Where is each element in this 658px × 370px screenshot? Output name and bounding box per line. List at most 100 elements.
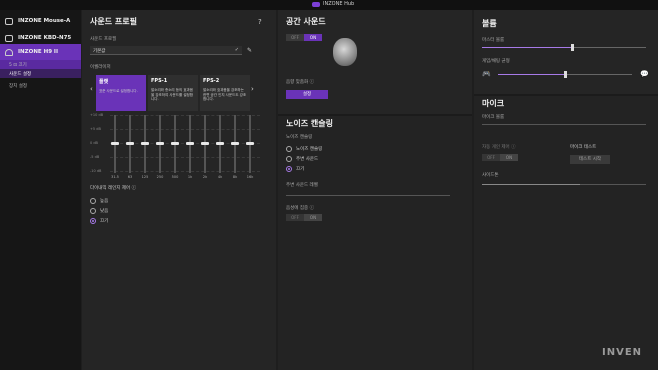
mic-volume-slider[interactable] xyxy=(482,124,646,125)
radio-drc-low[interactable] xyxy=(90,208,96,214)
optimize-label: 음향 맞춤화 ⓘ xyxy=(286,79,314,85)
help-icon[interactable]: ⓘ xyxy=(511,145,516,150)
eq-band-knob[interactable] xyxy=(246,142,254,145)
eq-ylabel: +5 dB xyxy=(90,127,101,131)
ambient-level-slider[interactable] xyxy=(286,195,450,196)
focus-toggle[interactable]: OFF ON xyxy=(286,214,322,221)
eq-band-knob[interactable] xyxy=(171,142,179,145)
toggle-off: OFF xyxy=(286,34,304,41)
slider-thumb[interactable] xyxy=(571,44,575,51)
slider-fill xyxy=(482,184,581,185)
mouse-icon xyxy=(5,17,13,25)
help-icon[interactable]: ⓘ xyxy=(310,80,315,85)
device-label: INZONE H9 II xyxy=(18,49,59,55)
title-bar: INZONE Hub xyxy=(0,0,658,10)
spatial-toggle[interactable]: OFF ON xyxy=(286,34,322,41)
master-volume-label: 마스터 볼륨 xyxy=(482,38,505,43)
ambient-level-label: 주변 사운드 레벨 xyxy=(286,183,318,188)
keyboard-icon xyxy=(5,34,13,42)
eq-band-knob[interactable] xyxy=(186,142,194,145)
device-sidebar: INZONE Mouse-A INZONE KBD-N75 INZONE H9 … xyxy=(0,10,81,370)
preset-name: 플랫 xyxy=(99,79,109,85)
sidebar-item-device-settings[interactable]: 장치 설정 xyxy=(0,81,81,90)
eq-band-knob[interactable] xyxy=(111,142,119,145)
setup-button[interactable]: 설정 xyxy=(286,90,328,99)
watermark: INVEN xyxy=(602,347,643,358)
toggle-on: ON xyxy=(304,34,322,41)
slider-fill xyxy=(482,47,573,48)
eq-gridline xyxy=(110,171,260,172)
head-illustration xyxy=(333,38,357,66)
sidebar-item-sound-settings[interactable]: 사운드 설정 xyxy=(0,69,81,78)
volume-title: 볼륨 xyxy=(482,19,497,28)
radio-drc-off[interactable] xyxy=(90,218,96,224)
preset-card-fps2[interactable]: FPS-2 발소리와 효과음을 강조하는 한편 공간 인지 사운드도 강조합니다… xyxy=(200,75,250,111)
drc-label-text: 다이내믹 레인지 제어 xyxy=(90,186,131,191)
help-icon[interactable]: ⓘ xyxy=(310,206,315,211)
mic-title: 마이크 xyxy=(482,99,505,108)
device-headset[interactable]: INZONE H9 II xyxy=(0,44,81,60)
balance-slider[interactable] xyxy=(498,71,632,78)
preset-name: FPS-2 xyxy=(203,78,220,84)
eq-band-knob[interactable] xyxy=(216,142,224,145)
eq-ylabel: 0 dB xyxy=(90,141,98,145)
eq-band-knob[interactable] xyxy=(231,142,239,145)
toggle-off: OFF xyxy=(286,214,304,221)
preset-desc: 발소리와 효과음을 강조하는 한편 공간 인지 사운드도 강조합니다. xyxy=(203,88,247,101)
toggle-off: OFF xyxy=(482,154,500,161)
eq-ylabel: -5 dB xyxy=(90,155,100,159)
eq-band-label: 4k xyxy=(217,175,223,179)
focus-label: 음성에 집중 ⓘ xyxy=(286,205,314,211)
eq-band-label: 31.5 xyxy=(111,175,119,179)
eq-band-knob[interactable] xyxy=(156,142,164,145)
device-mouse[interactable]: INZONE Mouse-A xyxy=(0,13,81,29)
help-icon[interactable]: ? xyxy=(258,18,262,26)
profile-label: 사운드 프로필 xyxy=(90,37,117,42)
eq-band-knob[interactable] xyxy=(141,142,149,145)
profile-value: 기본값 xyxy=(93,49,106,54)
eq-band-knob[interactable] xyxy=(201,142,209,145)
eq-band-label: 1k xyxy=(187,175,193,179)
toggle-on: ON xyxy=(500,154,518,161)
preset-desc: 발소리와 총소리 등의 효과음을 강조하여 사운드를 설정합니다. xyxy=(151,88,193,101)
radio-drc-high[interactable] xyxy=(90,198,96,204)
help-icon[interactable]: ⓘ xyxy=(132,186,137,191)
app-title: INZONE Hub xyxy=(323,1,355,7)
preset-card-flat[interactable]: 플랫 표준 사운드로 설정합니다. xyxy=(96,75,146,111)
eq-band-label: 250 xyxy=(156,175,164,179)
volume-panel xyxy=(474,10,658,94)
drc-option-label: 높음 xyxy=(100,199,109,204)
app-brand: INZONE Hub xyxy=(312,1,354,7)
eq-gridline xyxy=(110,129,260,130)
eq-band-label: 2k xyxy=(202,175,208,179)
focus-label-text: 음성에 집중 xyxy=(286,206,309,211)
agc-label: 자동 게인 제어 ⓘ xyxy=(482,144,516,150)
gamepad-icon: 🎮 xyxy=(482,70,491,78)
sound-profile-title: 사운드 프로필 xyxy=(90,17,137,26)
edit-icon[interactable]: ✎ xyxy=(245,46,254,55)
drc-option-label: 낮음 xyxy=(100,209,109,214)
chevron-right-icon[interactable]: › xyxy=(251,85,254,93)
radio-ambient[interactable] xyxy=(286,156,292,162)
agc-toggle[interactable]: OFF ON xyxy=(482,154,518,161)
drc-option-label: 끄기 xyxy=(100,219,109,224)
eq-gridline xyxy=(110,157,260,158)
eq-band-label: 16k xyxy=(246,175,254,179)
preset-card-fps1[interactable]: FPS-1 발소리와 총소리 등의 효과음을 강조하여 사운드를 설정합니다. xyxy=(148,75,198,111)
mic-test-button[interactable]: 테스트 시작 xyxy=(570,155,610,164)
chevron-left-icon[interactable]: ‹ xyxy=(90,85,93,93)
chat-icon: 💬 xyxy=(640,70,649,78)
radio-nc-on[interactable] xyxy=(286,146,292,152)
inzone-logo-icon xyxy=(312,1,320,7)
profile-select[interactable]: 기본값 ✓ xyxy=(90,46,242,55)
sidetone-label: 사이드톤 xyxy=(482,173,499,178)
sidetone-slider[interactable] xyxy=(482,184,646,185)
preset-name: FPS-1 xyxy=(151,78,168,84)
eq-band-knob[interactable] xyxy=(126,142,134,145)
master-volume-slider[interactable] xyxy=(482,44,646,51)
spatial-title: 공간 사운드 xyxy=(286,17,326,26)
preset-desc: 표준 사운드로 설정합니다. xyxy=(99,89,138,93)
nc-option-label: 끄기 xyxy=(296,167,305,172)
slider-thumb[interactable] xyxy=(564,71,567,78)
radio-nc-off[interactable] xyxy=(286,166,292,172)
